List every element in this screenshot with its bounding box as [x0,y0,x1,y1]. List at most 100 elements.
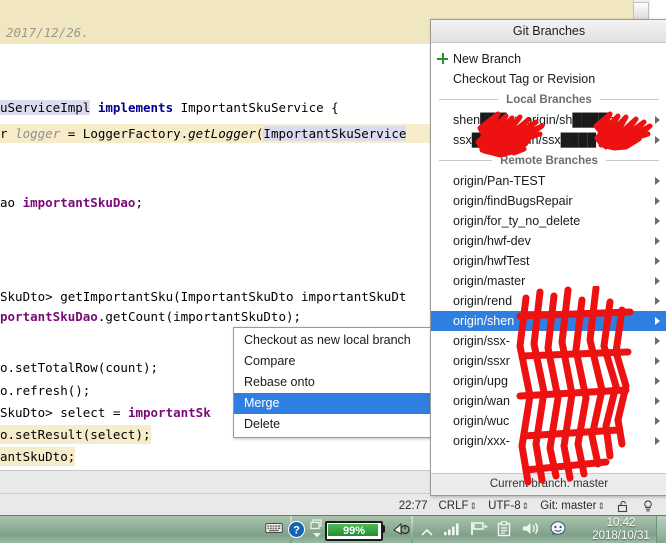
clock-date: 2018/10/31 [592,530,650,542]
chevron-right-icon [655,417,660,425]
remote-branch-label-4: origin/hwfTest [453,254,530,268]
battery-tip [381,525,385,533]
local-branch-label-1: ssx██ -> origin/ssx████ [453,133,597,147]
remote-branch-label-13: origin/xxx- [453,434,510,448]
encoding-label: UTF-8 [488,499,521,512]
chevron-right-icon [655,297,660,305]
code-line-9: o.setResult(select); [0,425,151,444]
remote-branch-item-5[interactable]: origin/master [431,271,666,291]
context-menu-item-rebase[interactable]: Rebase onto [234,372,431,393]
code-line-7: o.refresh(); [0,383,91,398]
chevron-right-icon [655,217,660,225]
battery-icon[interactable]: 99% [325,521,383,541]
local-branch-label-0: shen███ -> origin/sh████n [453,113,615,127]
remote-branch-item-2[interactable]: origin/for_ty_no_delete [431,211,666,231]
chevron-right-icon [655,377,660,385]
remote-branch-item-12[interactable]: origin/wuc [431,411,666,431]
status-caret-position[interactable]: 22:77 [399,500,428,512]
code-line-5: portantSkuDao.getCount(importantSkuDto); [0,309,302,324]
remote-branch-item-11[interactable]: origin/wan [431,391,666,411]
scrollbar-up-button[interactable] [633,2,649,20]
taskbar-separator-tray [411,516,413,543]
chevron-right-icon [655,116,660,124]
remote-branch-item-3[interactable]: origin/hwf-dev [431,231,666,251]
remote-branch-label-1: origin/findBugsRepair [453,194,573,208]
javadoc-comment-text: 2017/12/26. [6,25,89,40]
messenger-icon[interactable] [549,521,567,542]
local-branch-item-0[interactable]: shen███ -> origin/sh████n [431,110,666,130]
remote-branch-label-8: origin/ssx- [453,334,510,348]
remote-branch-item-10[interactable]: origin/upg [431,371,666,391]
chevron-right-icon [655,177,660,185]
code-line-1: uServiceImpl implements ImportantSkuServ… [0,100,339,115]
chevron-right-icon [655,337,660,345]
remote-branch-item-8[interactable]: origin/ssx- [431,331,666,351]
show-hidden-icons-icon[interactable] [421,524,433,542]
branch-context-menu[interactable]: Checkout as new local branch Compare Reb… [233,327,432,438]
current-branch-footer: Current branch: master [431,473,666,495]
chevron-updown-icon: ⇕ [521,500,530,511]
remote-branch-item-6[interactable]: origin/rend [431,291,666,311]
remote-branch-item-9[interactable]: origin/ssxr [431,351,666,371]
chevron-right-icon [655,437,660,445]
chevron-right-icon [655,237,660,245]
windows-taskbar[interactable]: ? 99% 10:42 2018/10/31 [0,515,666,543]
remote-branch-item-7[interactable]: origin/shen [431,311,666,331]
chevron-right-icon [655,397,660,405]
remote-branch-label-2: origin/for_ty_no_delete [453,214,581,228]
remote-branch-item-1[interactable]: origin/findBugsRepair [431,191,666,211]
context-menu-item-delete[interactable]: Delete [234,414,431,435]
status-git-branch[interactable]: Git: master⇕ [540,500,605,512]
line-separator-label: CRLF [438,499,469,512]
status-line-separator[interactable]: CRLF⇕ [439,500,478,512]
context-menu-item-merge[interactable]: Merge [234,393,431,414]
mouse-icon[interactable] [392,521,410,542]
git-branches-title: Git Branches [431,20,666,43]
remote-branch-label-7: origin/shen [453,314,515,328]
remote-branch-label-3: origin/hwf-dev [453,234,531,248]
remote-branch-label-5: origin/master [453,274,526,288]
git-branch-label: Git: master [540,499,597,512]
checkout-tag-or-revision-item[interactable]: Checkout Tag or Revision [431,69,666,89]
checkout-tag-label: Checkout Tag or Revision [453,72,596,86]
inspections-icon[interactable] [641,499,655,513]
plus-icon [437,53,448,64]
keyboard-icon[interactable] [265,521,283,540]
remote-branch-item-0[interactable]: origin/Pan-TEST [431,171,666,191]
remote-branch-label-0: origin/Pan-TEST [453,174,546,188]
clipboard-icon[interactable] [496,521,512,542]
chevron-right-icon [655,277,660,285]
code-line-3: ao importantSkuDao; [0,195,143,210]
unlocked-icon[interactable] [616,499,630,513]
show-desktop-button[interactable] [656,516,666,543]
code-line-10: antSkuDto; [0,447,76,466]
chevron-right-icon [655,257,660,265]
remote-branch-item-13[interactable]: origin/xxx- [431,431,666,451]
windows-restore-icon[interactable] [310,518,324,545]
context-menu-item-compare[interactable]: Compare [234,351,431,372]
code-line-6: o.setTotalRow(count); [0,360,159,375]
remote-branches-separator: Remote Branches [431,150,666,171]
taskbar-clock[interactable]: 10:42 2018/10/31 [590,517,652,543]
local-branch-item-1[interactable]: ssx██ -> origin/ssx████ [431,130,666,150]
context-menu-item-checkout[interactable]: Checkout as new local branch [234,330,431,351]
network-signal-icon[interactable] [443,521,460,541]
new-branch-label: New Branch [453,52,522,66]
status-encoding[interactable]: UTF-8⇕ [488,500,529,512]
git-branches-popup[interactable]: Git Branches New Branch Checkout Tag or … [430,19,666,496]
chevron-right-icon [655,357,660,365]
remote-branch-item-4[interactable]: origin/hwfTest [431,251,666,271]
chevron-right-icon [655,136,660,144]
chevron-updown-icon: ⇕ [469,500,478,511]
flag-action-center-icon[interactable] [470,521,489,541]
code-line-8: SkuDto> select = importantSk [0,405,211,420]
remote-branches-header: Remote Branches [500,154,598,167]
remote-branch-label-12: origin/wuc [453,414,510,428]
chevron-updown-icon: ⇕ [597,500,605,511]
new-branch-item[interactable]: New Branch [431,49,666,69]
volume-icon[interactable] [522,521,540,541]
battery-percent-label: 99% [342,525,366,537]
remote-branch-label-6: origin/rend [453,294,513,308]
remote-branch-label-10: origin/upg [453,374,508,388]
help-icon[interactable]: ? [288,521,305,543]
